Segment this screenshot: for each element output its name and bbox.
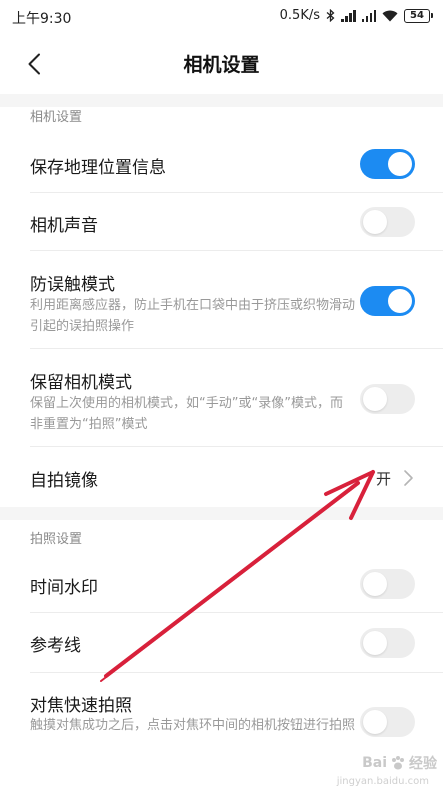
baidu-watermark: Bai 经验 — [362, 753, 437, 773]
status-icons: 0.5K/s 54 — [280, 8, 433, 23]
setting-keep-camera-mode[interactable]: 保留相机模式 保留上次使用的相机模式，如“手动”或“录像”模式，而非重置为“拍照… — [0, 349, 443, 447]
network-speed: 0.5K/s — [279, 8, 320, 23]
setting-guide-lines[interactable]: 参考线 — [0, 613, 443, 673]
setting-title: 相机声音 — [30, 216, 98, 236]
setting-title: 自拍镜像 — [30, 471, 98, 491]
section-header-camera: 相机设置 — [30, 109, 83, 125]
chevron-right-icon — [404, 470, 413, 486]
header: 相机设置 — [0, 34, 443, 94]
anti-mistouch-toggle[interactable] — [360, 286, 415, 316]
section-header-photo: 拍照设置 — [30, 531, 83, 547]
setting-title: 保留相机模式 — [30, 373, 132, 393]
setting-selfie-mirror[interactable]: 自拍镜像 开 — [0, 447, 443, 507]
setting-description: 触摸对焦成功之后，点击对焦环中间的相机按钮进行拍照 — [30, 718, 356, 733]
wifi-icon — [382, 10, 398, 21]
watermark-url: jingyan.baidu.com — [336, 776, 429, 787]
setting-title: 保存地理位置信息 — [30, 158, 166, 178]
bluetooth-icon — [326, 9, 335, 22]
signal-icon — [341, 9, 356, 22]
watermark-brand: Bai — [362, 755, 387, 771]
setting-camera-sound[interactable]: 相机声音 — [0, 193, 443, 251]
setting-save-location[interactable]: 保存地理位置信息 — [0, 135, 443, 193]
setting-description: 保留上次使用的相机模式，如“手动”或“录像”模式，而非重置为“拍照”模式 — [30, 396, 343, 432]
battery-level: 54 — [404, 8, 430, 23]
camera-sound-toggle[interactable] — [360, 207, 415, 237]
setting-title: 参考线 — [30, 636, 81, 656]
guide-lines-toggle[interactable] — [360, 628, 415, 658]
setting-description: 利用距离感应器，防止手机在口袋中由于挤压或织物滑动引起的误拍照操作 — [30, 298, 356, 334]
save-location-toggle[interactable] — [360, 149, 415, 179]
selfie-mirror-value: 开 — [375, 470, 391, 488]
status-bar: 上午9:30 0.5K/s 54 — [0, 0, 443, 34]
setting-title: 防误触模式 — [30, 275, 115, 295]
paw-icon — [392, 756, 404, 770]
focus-quick-shot-toggle[interactable] — [360, 707, 415, 737]
keep-camera-mode-toggle[interactable] — [360, 384, 415, 414]
battery-icon: 54 — [404, 8, 433, 23]
setting-time-watermark[interactable]: 时间水印 — [0, 557, 443, 613]
setting-title: 时间水印 — [30, 578, 98, 598]
watermark-brand-suffix: 经验 — [409, 756, 437, 772]
status-time: 上午9:30 — [12, 11, 72, 27]
time-watermark-toggle[interactable] — [360, 569, 415, 599]
signal-icon — [361, 9, 376, 22]
setting-title: 对焦快速拍照 — [30, 696, 132, 716]
page-title: 相机设置 — [183, 54, 260, 76]
setting-anti-mistouch[interactable]: 防误触模式 利用距离感应器，防止手机在口袋中由于挤压或织物滑动引起的误拍照操作 — [0, 251, 443, 349]
